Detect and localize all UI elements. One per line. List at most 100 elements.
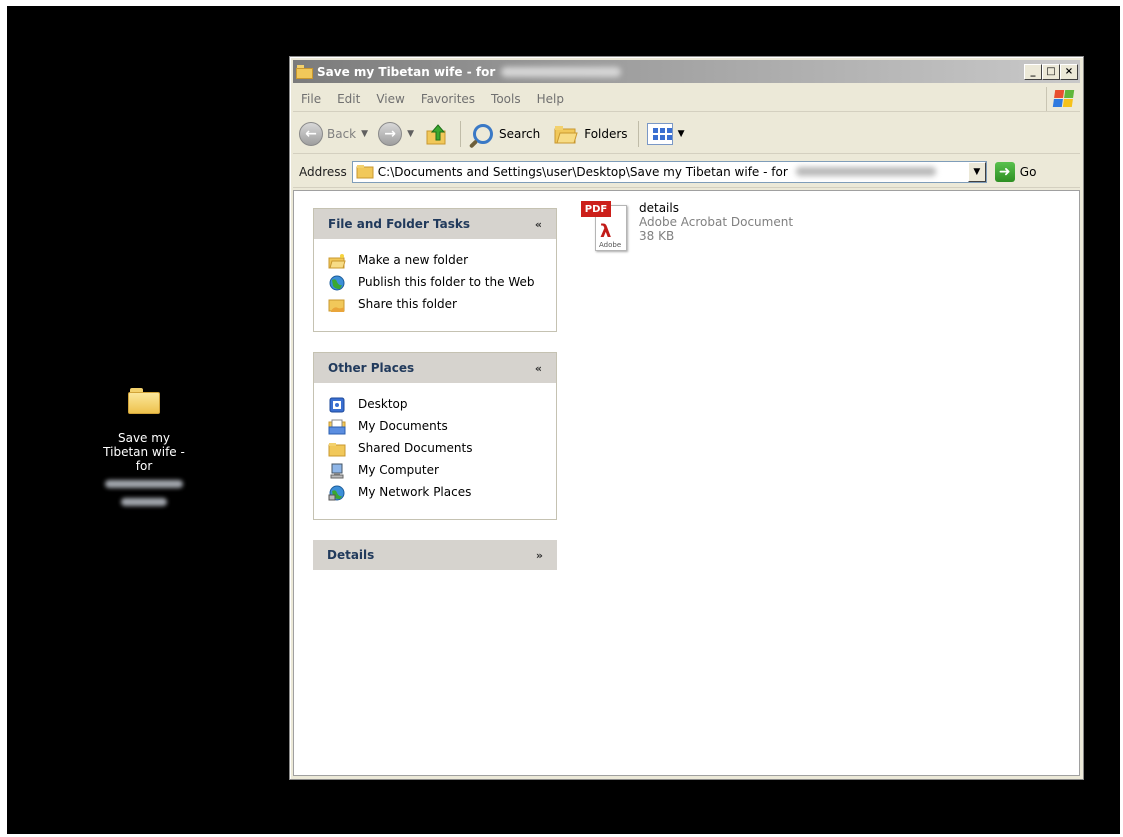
window-title: Save my Tibetan wife - for <box>317 64 496 79</box>
folder-icon <box>356 165 374 179</box>
address-path: C:\Documents and Settings\user\Desktop\S… <box>377 164 788 179</box>
place-label: My Documents <box>358 419 448 433</box>
address-bar: Address C:\Documents and Settings\user\D… <box>293 156 1080 188</box>
task-label: Make a new folder <box>358 253 469 267</box>
details-panel: Details » <box>313 540 557 570</box>
menu-favorites[interactable]: Favorites <box>413 92 483 106</box>
network-places-icon <box>328 485 345 501</box>
share-folder-icon <box>328 299 345 312</box>
back-label: Back <box>327 126 357 141</box>
file-type: Adobe Acrobat Document <box>639 215 794 229</box>
task-label: Share this folder <box>358 297 457 311</box>
globe-icon <box>329 275 345 291</box>
task-publish-folder[interactable]: Publish this folder to the Web <box>328 275 542 291</box>
panel-title: File and Folder Tasks <box>328 217 471 231</box>
desktop-icon-label-1: Save my <box>117 431 171 445</box>
menu-file[interactable]: File <box>293 92 329 106</box>
place-label: My Computer <box>358 463 439 477</box>
panel-header[interactable]: Other Places « <box>314 353 556 383</box>
acrobat-mark-icon: λ <box>600 221 612 242</box>
pdf-file-icon: PDF λ Adobe <box>581 201 629 253</box>
views-icon <box>646 122 673 145</box>
toolbar-divider <box>459 120 461 147</box>
windows-logo-icon <box>1046 86 1080 111</box>
close-button[interactable]: × <box>1060 63 1078 80</box>
task-label: Publish this folder to the Web <box>358 275 535 289</box>
desktop-icon-label-2: Tibetan wife - <box>103 445 185 459</box>
redacted-text <box>84 495 204 509</box>
menu-edit[interactable]: Edit <box>329 92 368 106</box>
views-button[interactable]: ▼ <box>646 122 685 145</box>
go-button[interactable]: ➜ Go <box>994 161 1037 182</box>
collapse-icon[interactable]: « <box>535 218 542 231</box>
redacted-text <box>501 66 622 77</box>
folder-content: File and Folder Tasks « Make a new folde… <box>293 190 1080 776</box>
chevron-down-icon[interactable]: ▼ <box>678 129 685 139</box>
folders-icon <box>554 125 578 143</box>
place-label: Shared Documents <box>358 441 473 455</box>
go-arrow-icon: ➜ <box>994 161 1015 182</box>
place-desktop[interactable]: Desktop <box>328 397 542 413</box>
maximize-button[interactable]: □ <box>1042 63 1060 80</box>
menu-help[interactable]: Help <box>529 92 572 106</box>
file-folder-tasks-panel: File and Folder Tasks « Make a new folde… <box>313 208 557 332</box>
chevron-down-icon[interactable]: ▼ <box>407 129 414 139</box>
folder-icon <box>296 64 313 79</box>
shared-documents-icon <box>328 443 346 457</box>
expand-icon[interactable]: » <box>536 549 543 562</box>
folders-label: Folders <box>584 126 628 141</box>
redacted-text <box>795 167 936 176</box>
place-my-network-places[interactable]: My Network Places <box>328 485 542 501</box>
up-folder-button[interactable] <box>424 121 450 147</box>
task-share-folder[interactable]: Share this folder <box>328 297 542 313</box>
back-arrow-icon: ← <box>299 121 323 146</box>
toolbar: ← Back ▼ → ▼ Search Folders ▼ <box>293 114 1080 154</box>
pdf-tag: PDF <box>581 201 611 217</box>
desktop-folder-icon[interactable]: Save my Tibetan wife - for <box>84 388 204 509</box>
forward-arrow-icon: → <box>378 121 403 146</box>
task-pane: File and Folder Tasks « Make a new folde… <box>313 208 557 590</box>
explorer-window: Save my Tibetan wife - for _ □ × File Ed… <box>289 56 1084 780</box>
up-folder-icon <box>426 123 446 144</box>
place-my-computer[interactable]: My Computer <box>328 463 542 479</box>
menu-view[interactable]: View <box>368 92 412 106</box>
folders-button[interactable]: Folders <box>554 124 628 144</box>
menu-tools[interactable]: Tools <box>483 92 529 106</box>
file-item-details[interactable]: PDF λ Adobe details Adobe Acrobat Docume… <box>581 201 793 253</box>
file-size: 38 KB <box>639 229 675 243</box>
toolbar-divider <box>637 120 639 147</box>
folder-icon <box>128 388 160 414</box>
go-label: Go <box>1019 164 1037 179</box>
collapse-icon[interactable]: « <box>535 362 542 375</box>
task-make-new-folder[interactable]: Make a new folder <box>328 253 542 269</box>
chevron-down-icon[interactable]: ▼ <box>361 129 368 139</box>
panel-title: Other Places <box>328 361 415 375</box>
panel-title: Details <box>327 548 375 562</box>
panel-header[interactable]: Details » <box>313 540 557 570</box>
desktop-icon-label-3: for <box>135 459 153 473</box>
my-documents-icon <box>328 419 346 435</box>
search-button[interactable]: Search <box>472 123 541 144</box>
title-bar[interactable]: Save my Tibetan wife - for _ □ × <box>293 60 1080 83</box>
new-folder-icon <box>328 254 346 269</box>
place-label: My Network Places <box>358 485 472 499</box>
file-name: details <box>639 201 679 215</box>
panel-header[interactable]: File and Folder Tasks « <box>314 209 556 239</box>
adobe-brand: Adobe <box>599 241 622 249</box>
back-button[interactable]: ← Back ▼ <box>299 121 368 146</box>
menu-bar: File Edit View Favorites Tools Help <box>293 86 1080 112</box>
desktop-icon <box>329 397 345 413</box>
place-shared-documents[interactable]: Shared Documents <box>328 441 542 457</box>
minimize-button[interactable]: _ <box>1024 63 1042 80</box>
my-computer-icon <box>330 463 344 479</box>
forward-button[interactable]: → ▼ <box>378 121 414 146</box>
address-label: Address <box>299 164 347 179</box>
other-places-panel: Other Places « Desktop My Documents Shar… <box>313 352 557 520</box>
address-input[interactable]: C:\Documents and Settings\user\Desktop\S… <box>351 160 987 183</box>
search-label: Search <box>498 126 541 141</box>
place-my-documents[interactable]: My Documents <box>328 419 542 435</box>
search-icon <box>472 123 493 144</box>
address-dropdown-button[interactable]: ▼ <box>967 161 986 182</box>
redacted-text <box>84 477 204 491</box>
place-label: Desktop <box>358 397 408 411</box>
